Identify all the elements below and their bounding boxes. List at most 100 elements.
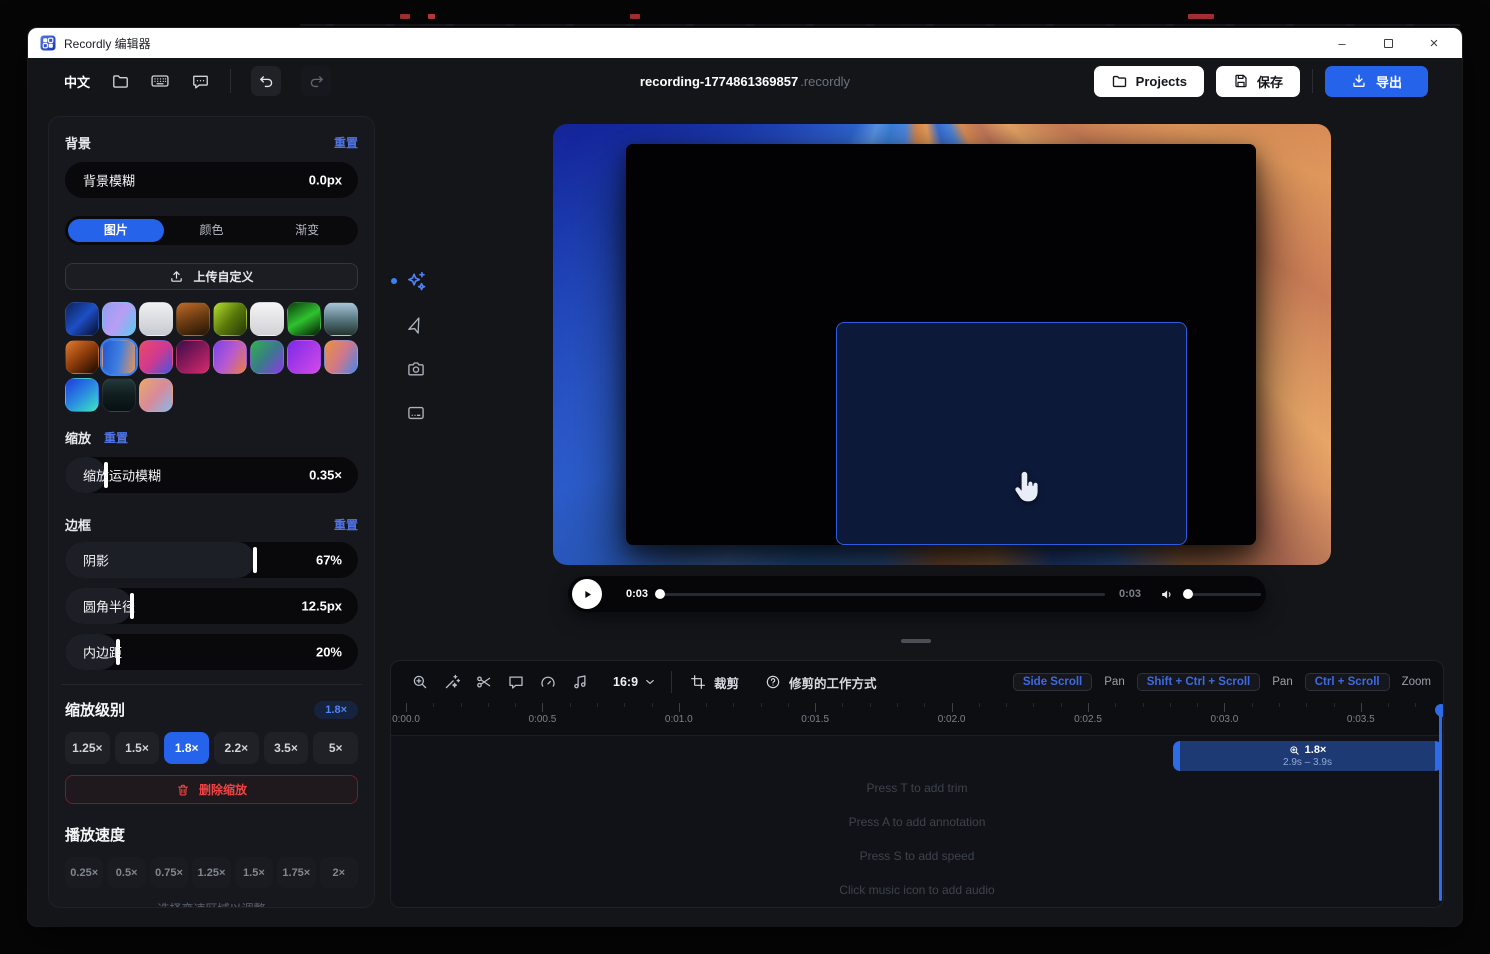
border-slider-1[interactable]: 阴影67% [65, 542, 358, 578]
keyboard-shortcuts-icon[interactable] [150, 71, 170, 91]
tab-image[interactable]: 图片 [68, 219, 164, 242]
timeline-hint-2: Press A to add annotation [849, 815, 986, 829]
save-button[interactable]: 保存 [1216, 66, 1300, 97]
ruler-label-0:03.0: 0:03.0 [1210, 714, 1238, 725]
language-switch[interactable]: 中文 [64, 72, 90, 91]
wallpaper-thumb-8[interactable] [324, 302, 358, 336]
zoom-region-selection[interactable] [836, 322, 1187, 545]
annotation-bubble-icon[interactable] [507, 673, 525, 691]
crop-button[interactable]: 裁剪 [690, 673, 739, 692]
volume-speaker-icon[interactable] [1159, 586, 1176, 603]
border-reset-button[interactable]: 重置 [334, 516, 358, 533]
aspect-ratio-dropdown[interactable]: 16:9 [613, 675, 657, 689]
tab-gradient[interactable]: 渐变 [259, 219, 355, 242]
auto-zoom-sparkles-tool[interactable] [404, 269, 428, 293]
zoom-level-option-3.5×[interactable]: 3.5× [264, 732, 309, 764]
ruler-major-tick [1224, 703, 1225, 712]
speed-option-0.25×[interactable]: 0.25× [65, 857, 103, 888]
title-bar[interactable]: Recordly 编辑器 – × [28, 28, 1462, 58]
wallpaper-thumb-1[interactable] [65, 302, 99, 336]
ruler-minor-tick [652, 703, 653, 707]
playhead-line[interactable] [1439, 713, 1442, 901]
wallpaper-thumb-14[interactable] [250, 340, 284, 374]
zoom-level-option-1.5×[interactable]: 1.5× [115, 732, 160, 764]
delete-zoom-label: 删除缩放 [199, 781, 247, 798]
background-blur-slider[interactable]: 背景模糊0.0px [65, 162, 358, 198]
background-artifact [400, 14, 410, 19]
speed-gauge-icon[interactable] [539, 673, 557, 691]
minimize-button[interactable]: – [1334, 35, 1350, 51]
play-button[interactable] [572, 579, 602, 609]
zoom-reset-button[interactable]: 重置 [104, 429, 128, 446]
wallpaper-thumb-11[interactable] [139, 340, 173, 374]
wallpaper-thumb-10[interactable] [102, 340, 136, 374]
scissors-trim-icon[interactable] [475, 673, 493, 691]
volume-slider[interactable] [1188, 593, 1261, 596]
export-button[interactable]: 导出 [1325, 66, 1428, 97]
screenshot-camera-tool[interactable] [404, 357, 428, 381]
ruler-label-0:01.0: 0:01.0 [665, 714, 693, 725]
panel-resize-handle[interactable] [901, 639, 931, 643]
close-button[interactable]: × [1426, 35, 1442, 51]
wallpaper-grid [65, 302, 358, 412]
timeline-ruler[interactable]: 0:00.00:00.50:01.00:01.50:02.00:02.50:03… [391, 703, 1443, 735]
volume-handle[interactable] [1183, 589, 1193, 599]
speed-option-1.25×[interactable]: 1.25× [192, 857, 230, 888]
zoom-level-option-1.25×[interactable]: 1.25× [65, 732, 110, 764]
video-preview-canvas[interactable] [553, 124, 1331, 565]
wallpaper-thumb-12[interactable] [176, 340, 210, 374]
feedback-chat-icon[interactable] [190, 71, 210, 91]
wallpaper-thumb-5[interactable] [213, 302, 247, 336]
projects-button[interactable]: Projects [1094, 66, 1204, 97]
wallpaper-thumb-7[interactable] [287, 302, 321, 336]
speed-option-0.75×[interactable]: 0.75× [150, 857, 188, 888]
zoom-segment[interactable]: 1.8× 2.9s – 3.9s [1173, 741, 1442, 771]
wallpaper-thumb-2[interactable] [102, 302, 136, 336]
wallpaper-thumb-16[interactable] [324, 340, 358, 374]
maximize-button[interactable] [1380, 35, 1396, 51]
undo-button[interactable] [251, 66, 281, 96]
ruler-label-0:02.5: 0:02.5 [1074, 714, 1102, 725]
open-folder-icon[interactable] [110, 71, 130, 91]
wallpaper-thumb-9[interactable] [65, 340, 99, 374]
seek-bar[interactable] [660, 593, 1105, 596]
wallpaper-thumb-17[interactable] [65, 378, 99, 412]
speed-option-2×[interactable]: 2× [320, 857, 358, 888]
wallpaper-thumb-18[interactable] [102, 378, 136, 412]
trim-help-button[interactable]: 修剪的工作方式 [765, 673, 877, 692]
ruler-minor-tick [1197, 703, 1198, 707]
seek-handle[interactable] [655, 589, 665, 599]
magic-wand-icon[interactable] [443, 673, 461, 691]
music-audio-icon[interactable] [571, 673, 589, 691]
shortcut-keys: Side Scroll [1013, 673, 1092, 691]
wallpaper-thumb-13[interactable] [213, 340, 247, 374]
redo-button[interactable] [301, 66, 331, 96]
settings-sidebar: 背景 重置 背景模糊0.0px 图片 颜色 渐变 上传自定义 缩放 重置 缩放运… [48, 116, 375, 908]
wallpaper-thumb-15[interactable] [287, 340, 321, 374]
zoom-segment-label: 1.8× [1305, 744, 1327, 757]
upload-custom-button[interactable]: 上传自定义 [65, 263, 358, 290]
speed-option-1.75×[interactable]: 1.75× [277, 857, 315, 888]
speed-option-0.5×[interactable]: 0.5× [107, 857, 145, 888]
delete-zoom-button[interactable]: 删除缩放 [65, 775, 358, 804]
caption-card-tool[interactable] [404, 401, 428, 425]
cursor-tool[interactable] [404, 313, 428, 337]
wallpaper-thumb-19[interactable] [139, 378, 173, 412]
wallpaper-thumb-6[interactable] [250, 302, 284, 336]
wallpaper-thumb-3[interactable] [139, 302, 173, 336]
total-time: 0:03 [1119, 588, 1141, 600]
tab-color[interactable]: 颜色 [164, 219, 260, 242]
zoom-level-option-5×[interactable]: 5× [313, 732, 358, 764]
zoom-level-option-2.2×[interactable]: 2.2× [214, 732, 259, 764]
maximize-icon [1384, 39, 1393, 48]
timeline-zoom-in-icon[interactable] [411, 673, 429, 691]
wallpaper-thumb-4[interactable] [176, 302, 210, 336]
ruler-minor-tick [897, 703, 898, 707]
zoom-motion-blur-slider[interactable]: 缩放运动模糊0.35× [65, 457, 358, 493]
ruler-minor-tick [733, 703, 734, 707]
background-reset-button[interactable]: 重置 [334, 134, 358, 151]
border-slider-3[interactable]: 内边距20% [65, 634, 358, 670]
border-slider-2[interactable]: 圆角半径12.5px [65, 588, 358, 624]
speed-option-1.5×[interactable]: 1.5× [235, 857, 273, 888]
zoom-level-option-1.8×[interactable]: 1.8× [164, 732, 209, 764]
